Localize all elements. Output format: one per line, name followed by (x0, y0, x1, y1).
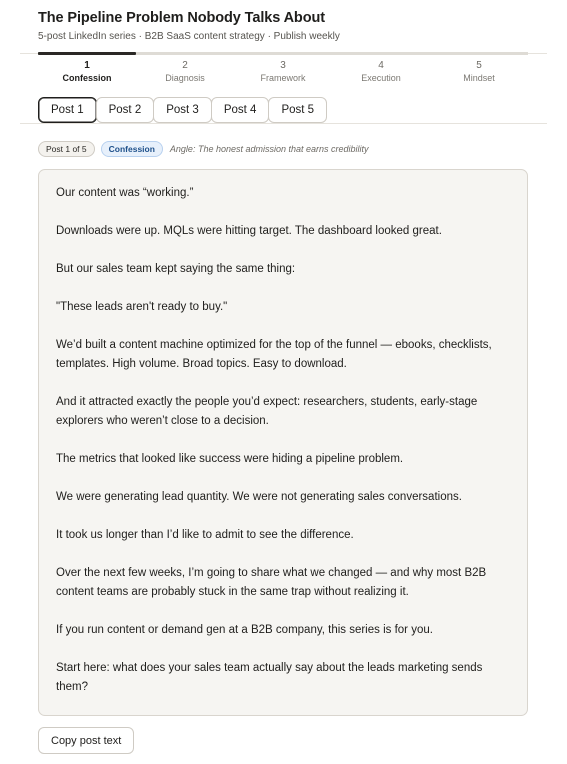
post-paragraph: If you run content or demand gen at a B2… (56, 624, 433, 636)
post-counter-badge: Post 1 of 5 (38, 141, 95, 157)
post-paragraph: Over the next few weeks, I’m going to sh… (56, 567, 487, 598)
post-paragraph: Our content was “working.” (56, 187, 194, 199)
step-framework[interactable]: 3 Framework (234, 52, 332, 84)
step-confession[interactable]: 1 Confession (38, 52, 136, 84)
step-label: Mindset (463, 73, 495, 83)
tab-post-1[interactable]: Post 1 (38, 97, 97, 123)
post-paragraph: It took us longer than I’d like to admit… (56, 529, 354, 541)
step-label: Diagnosis (165, 73, 205, 83)
page-subtitle: 5-post LinkedIn series · B2B SaaS conten… (38, 31, 340, 42)
tabs-divider (20, 123, 547, 124)
step-number: 2 (182, 60, 188, 71)
step-execution[interactable]: 4 Execution (332, 52, 430, 84)
post-paragraph: But our sales team kept saying the same … (56, 263, 296, 275)
post-body: Our content was “working.” Downloads wer… (38, 169, 528, 716)
post-paragraph: Start here: what does your sales team ac… (56, 662, 483, 693)
step-label: Framework (260, 73, 306, 83)
page-title: The Pipeline Problem Nobody Talks About (38, 10, 325, 26)
tab-post-5[interactable]: Post 5 (268, 97, 328, 123)
post-paragraph: We’d built a content machine optimized f… (56, 339, 492, 370)
page: The Pipeline Problem Nobody Talks About … (0, 0, 567, 764)
tab-post-2[interactable]: Post 2 (95, 97, 155, 123)
tab-post-3[interactable]: Post 3 (153, 97, 212, 123)
tab-post-4[interactable]: Post 4 (210, 97, 270, 123)
post-tabs: Post 1 Post 2 Post 3 Post 4 Post 5 (38, 97, 328, 123)
post-angle: Angle: The honest admission that earns c… (169, 144, 369, 154)
copy-post-button[interactable]: Copy post text (38, 727, 135, 754)
step-mindset[interactable]: 5 Mindset (430, 52, 528, 84)
post-meta: Post 1 of 5 Confession Angle: The honest… (38, 141, 369, 157)
post-paragraph: And it attracted exactly the people you’… (56, 396, 478, 427)
series-stepper: 1 Confession 2 Diagnosis 3 Framework 4 E… (38, 52, 528, 84)
step-diagnosis[interactable]: 2 Diagnosis (136, 52, 234, 84)
step-number: 4 (378, 60, 384, 71)
stage-badge: Confession (100, 141, 163, 157)
step-number: 3 (280, 60, 286, 71)
step-number: 1 (84, 60, 90, 71)
step-label: Confession (62, 73, 112, 83)
post-paragraph: We were generating lead quantity. We wer… (56, 491, 462, 503)
post-paragraph: The metrics that looked like success wer… (56, 453, 404, 465)
post-paragraph: Downloads were up. MQLs were hitting tar… (56, 225, 442, 237)
page-header: The Pipeline Problem Nobody Talks About … (38, 8, 547, 44)
step-label: Execution (361, 73, 401, 83)
post-paragraph: "These leads aren't ready to buy." (56, 301, 228, 313)
step-number: 5 (476, 60, 482, 71)
